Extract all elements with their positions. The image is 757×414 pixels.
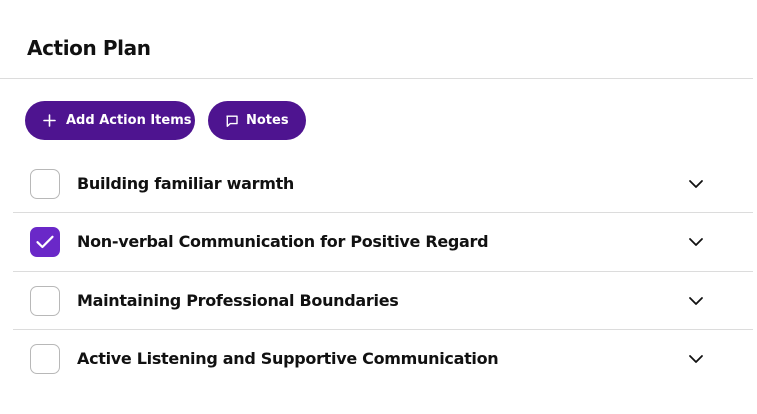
action-item-label: Building familiar warmth	[77, 174, 295, 193]
action-item-checkbox[interactable]	[30, 227, 60, 257]
action-item-label: Non-verbal Communication for Positive Re…	[77, 232, 489, 251]
notes-label: Notes	[246, 113, 289, 128]
add-action-items-button[interactable]: Add Action Items	[25, 101, 195, 140]
page-title: Action Plan	[27, 36, 151, 60]
action-item-row[interactable]: Building familiar warmth	[13, 155, 753, 213]
action-item-checkbox[interactable]	[30, 169, 60, 199]
page-header: Action Plan	[0, 0, 753, 79]
plus-icon	[42, 114, 56, 128]
checkmark-icon	[36, 235, 54, 249]
action-item-row[interactable]: Non-verbal Communication for Positive Re…	[13, 213, 753, 272]
action-item-checkbox[interactable]	[30, 285, 60, 316]
notes-button[interactable]: Notes	[208, 101, 306, 140]
action-item-list: Building familiar warmth Non-verbal Comm…	[13, 155, 753, 389]
chevron-down-icon[interactable]	[687, 351, 705, 367]
action-item-row[interactable]: Maintaining Professional Boundaries	[13, 272, 753, 330]
action-item-row[interactable]: Active Listening and Supportive Communic…	[13, 330, 753, 389]
action-item-label: Active Listening and Supportive Communic…	[77, 349, 499, 368]
toolbar: Add Action Items Notes	[25, 101, 306, 140]
add-action-items-label: Add Action Items	[66, 113, 192, 128]
action-item-label: Maintaining Professional Boundaries	[77, 290, 399, 310]
speech-bubble-icon	[225, 114, 239, 128]
action-item-checkbox[interactable]	[30, 344, 60, 374]
chevron-down-icon[interactable]	[687, 176, 705, 192]
chevron-down-icon[interactable]	[687, 293, 705, 309]
chevron-down-icon[interactable]	[687, 234, 705, 250]
